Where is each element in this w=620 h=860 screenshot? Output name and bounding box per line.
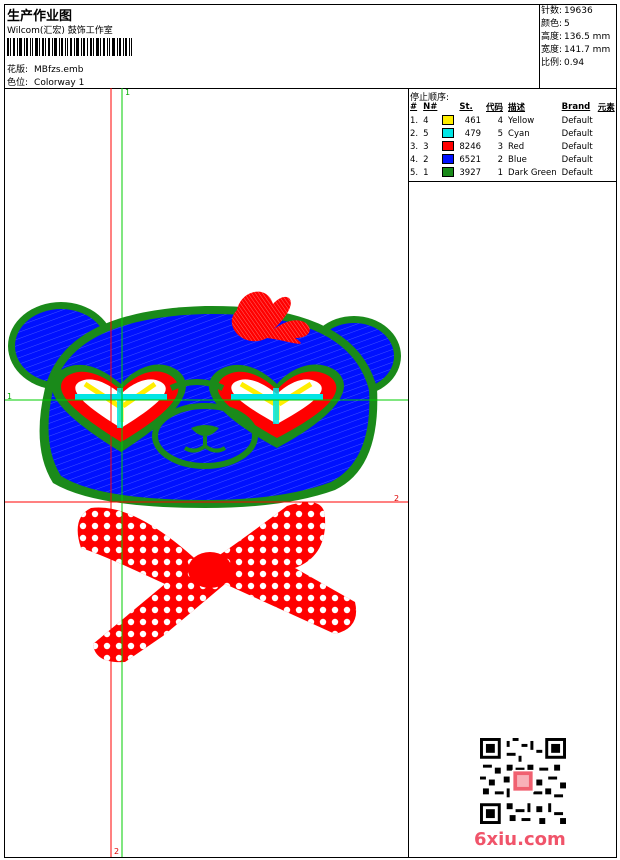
page-title: 生产作业图 bbox=[7, 9, 73, 24]
stats-divider bbox=[539, 4, 540, 88]
design-stats: 针数: 19636 颜色: 5 高度: 136.5 mm 宽度: 141.7 mm 比例… bbox=[541, 5, 610, 70]
row-needle: 1 bbox=[423, 167, 429, 178]
design-label: 花版: bbox=[7, 65, 29, 75]
colorway-value: Colorway 1 bbox=[34, 78, 85, 88]
row-code: 4 bbox=[497, 115, 504, 126]
guide-label-red-right: 2 bbox=[394, 494, 400, 503]
row-swatch-cell bbox=[440, 166, 457, 179]
color-swatch bbox=[442, 128, 455, 139]
row-swatch-cell bbox=[440, 140, 457, 153]
row-element bbox=[596, 114, 618, 127]
width-label: 宽度: bbox=[541, 45, 563, 55]
table-bottom-divider bbox=[408, 181, 617, 182]
row-stitches: 8246 bbox=[459, 141, 482, 152]
row-brand: Default bbox=[561, 141, 593, 152]
table-row: 1. 4 461 4 Yellow Default bbox=[408, 114, 618, 127]
row-needle: 2 bbox=[423, 154, 429, 165]
width-value: 141.7 mm bbox=[564, 45, 611, 55]
row-index: 4. bbox=[410, 154, 419, 165]
row-code: 5 bbox=[497, 128, 504, 139]
row-element bbox=[596, 140, 618, 153]
row-index: 3. bbox=[410, 141, 419, 152]
col-brand: Brand bbox=[561, 102, 591, 112]
row-description: Dark Green bbox=[508, 167, 557, 178]
embroidery-design-preview bbox=[5, 88, 408, 857]
stitches-label: 针数: bbox=[541, 6, 563, 16]
scale-label: 比例: bbox=[541, 58, 563, 68]
row-swatch-cell bbox=[440, 127, 457, 140]
row-needle: 3 bbox=[423, 141, 429, 152]
col-element: 元素 bbox=[597, 103, 615, 113]
row-index: 5. bbox=[410, 167, 419, 178]
barcode bbox=[7, 38, 132, 56]
table-row: 2. 5 479 5 Cyan Default bbox=[408, 127, 618, 140]
row-description: Yellow bbox=[508, 115, 535, 126]
row-code: 1 bbox=[497, 167, 504, 178]
height-label: 高度: bbox=[541, 32, 563, 42]
row-brand: Default bbox=[561, 167, 593, 178]
row-swatch-cell bbox=[440, 114, 457, 127]
row-description: Red bbox=[508, 141, 525, 152]
row-needle: 5 bbox=[423, 128, 429, 139]
row-brand: Default bbox=[561, 154, 593, 165]
table-row: 4. 2 6521 2 Blue Default bbox=[408, 153, 618, 166]
row-index: 1. bbox=[410, 115, 419, 126]
color-swatch bbox=[442, 154, 455, 165]
scale-value: 0.94 bbox=[564, 58, 585, 68]
row-element bbox=[596, 166, 618, 179]
row-brand: Default bbox=[561, 128, 593, 139]
color-swatch bbox=[442, 141, 455, 152]
guide-label-green-top: 1 bbox=[125, 88, 131, 97]
col-swatch bbox=[440, 101, 457, 114]
qr-code bbox=[480, 738, 566, 824]
bow-tie bbox=[77, 502, 357, 663]
colors-value: 5 bbox=[564, 19, 570, 29]
row-brand: Default bbox=[561, 115, 593, 126]
colors-label: 颜色: bbox=[541, 19, 563, 29]
col-needle: N# bbox=[423, 102, 438, 112]
guide-label-green-left: 1 bbox=[7, 392, 13, 401]
row-needle: 4 bbox=[423, 115, 429, 126]
table-row: 5. 1 3927 1 Dark Green Default bbox=[408, 166, 618, 179]
row-description: Cyan bbox=[508, 128, 530, 139]
row-stitches: 6521 bbox=[459, 154, 482, 165]
col-index: # bbox=[410, 102, 418, 112]
row-stitches: 479 bbox=[464, 128, 482, 139]
row-element bbox=[596, 127, 618, 140]
row-index: 2. bbox=[410, 128, 419, 139]
row-stitches: 461 bbox=[464, 115, 482, 126]
color-swatch bbox=[442, 115, 455, 126]
guide-label-red-bottom: 2 bbox=[114, 847, 120, 856]
row-code: 3 bbox=[497, 141, 504, 152]
table-row: 3. 3 8246 3 Red Default bbox=[408, 140, 618, 153]
colorway-label: 色位: bbox=[7, 78, 29, 88]
row-swatch-cell bbox=[440, 153, 457, 166]
colorway-row: 色位: Colorway 1 bbox=[7, 75, 84, 88]
col-description: 描述 bbox=[508, 103, 526, 113]
col-stitches: St. bbox=[459, 102, 473, 112]
col-code: 代码 bbox=[486, 103, 504, 113]
row-code: 2 bbox=[497, 154, 504, 165]
row-description: Blue bbox=[508, 154, 527, 165]
height-value: 136.5 mm bbox=[564, 32, 611, 42]
stop-sequence-table: # N# St. 代码 描述 Brand 元素 1. 4 461 4 Yello… bbox=[408, 101, 618, 179]
row-element bbox=[596, 153, 618, 166]
studio-name: Wilcom(汇宏) 鼓饰工作室 bbox=[7, 26, 113, 36]
row-stitches: 3927 bbox=[459, 167, 482, 178]
design-name-row: 花版: MBfzs.emb bbox=[7, 62, 83, 75]
design-value: MBfzs.emb bbox=[34, 65, 84, 75]
design-divider bbox=[408, 88, 409, 858]
watermark-logo: 6xiu.com bbox=[474, 829, 566, 850]
stitches-value: 19636 bbox=[564, 6, 593, 16]
table-header-row: # N# St. 代码 描述 Brand 元素 bbox=[408, 101, 618, 114]
color-swatch bbox=[442, 167, 455, 178]
